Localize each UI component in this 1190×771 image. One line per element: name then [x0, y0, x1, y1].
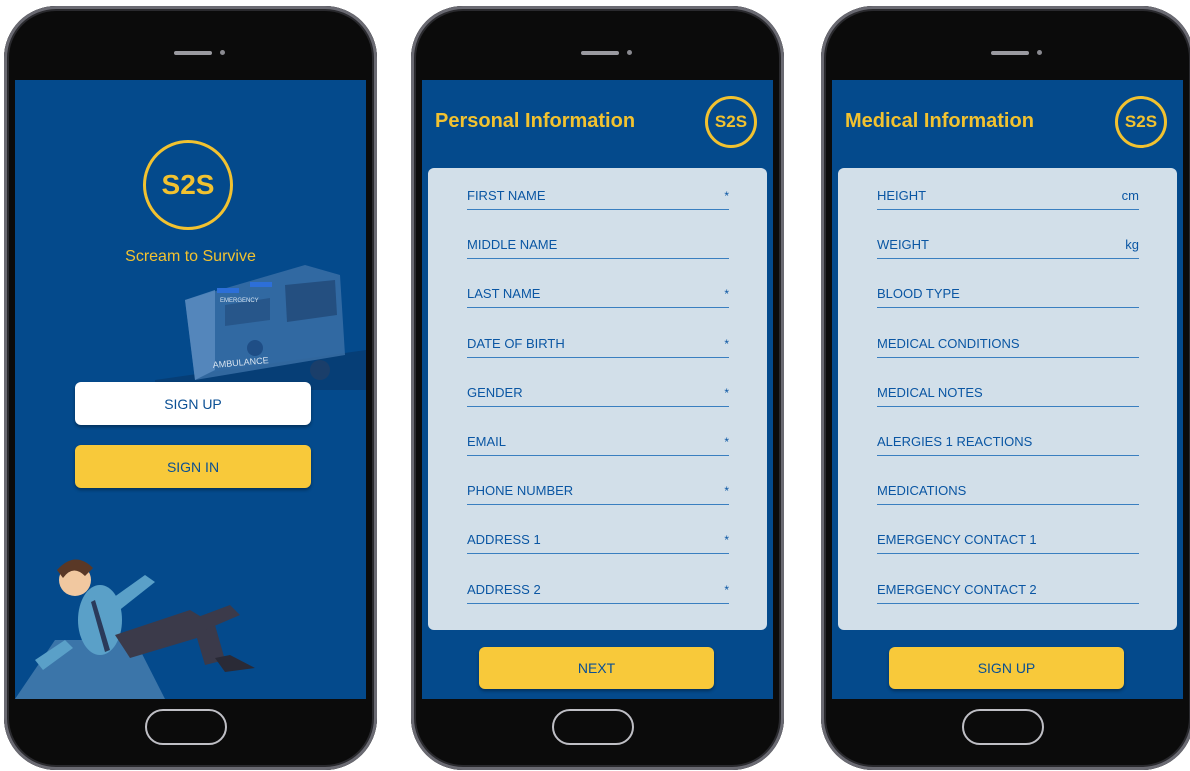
field-label: FIRST NAME [467, 188, 546, 203]
blood-type-field[interactable]: BLOOD TYPE [877, 278, 1139, 308]
sign-up-label: SIGN UP [164, 395, 222, 412]
emergency-contact-1-field[interactable]: EMERGENCY CONTACT 1 [877, 524, 1139, 554]
welcome-screen: AMBULANCE EMERGENCY S2S Scream to Surviv… [15, 80, 366, 699]
gender-field[interactable]: GENDER * [467, 377, 729, 407]
field-label: ADDRESS 2 [467, 582, 541, 597]
medical-notes-field[interactable]: MEDICAL NOTES [877, 377, 1139, 407]
ambulance-roof-label: EMERGENCY [220, 298, 259, 304]
required-mark: * [724, 287, 729, 301]
phone-number-field[interactable]: PHONE NUMBER * [467, 475, 729, 505]
personal-info-screen: Personal Information S2S FIRST NAME * MI… [422, 80, 773, 699]
field-label: BLOOD TYPE [877, 286, 960, 301]
field-label: EMERGENCY CONTACT 2 [877, 582, 1037, 597]
field-label: MEDICATIONS [877, 483, 967, 498]
last-name-field[interactable]: LAST NAME * [467, 278, 729, 308]
speaker [991, 51, 1029, 55]
first-name-field[interactable]: FIRST NAME * [467, 180, 729, 210]
front-camera [220, 50, 225, 55]
address-2-field[interactable]: ADDRESS 2 * [467, 574, 729, 604]
phone-welcome: AMBULANCE EMERGENCY S2S Scream to Surviv… [4, 6, 377, 770]
email-field[interactable]: EMAIL * [467, 426, 729, 456]
required-mark: * [724, 484, 729, 498]
page-title: Personal Information [435, 110, 636, 132]
home-button[interactable] [552, 709, 634, 745]
front-camera [1037, 50, 1042, 55]
app-logo: S2S [705, 96, 757, 148]
app-logo: S2S [1115, 96, 1167, 148]
sign-up-label: SIGN UP [977, 660, 1036, 676]
field-label: EMERGENCY CONTACT 1 [877, 532, 1037, 547]
field-label: HEIGHT [877, 188, 927, 203]
unit-label: kg [1125, 237, 1139, 252]
field-label: ADDRESS 1 [467, 532, 541, 547]
tagline: Scream to Survive [125, 248, 256, 265]
middle-name-field[interactable]: MIDDLE NAME [467, 229, 729, 259]
phone-medical-info: Medical Information S2S HEIGHT cm WEIGHT… [821, 6, 1190, 770]
unit-label: cm [1121, 188, 1139, 203]
weight-field[interactable]: WEIGHT kg [877, 229, 1139, 259]
home-button[interactable] [145, 709, 227, 745]
sign-up-button[interactable]: SIGN UP [75, 382, 311, 425]
app-logo-text: S2S [714, 112, 748, 131]
front-camera [627, 50, 632, 55]
height-field[interactable]: HEIGHT cm [877, 180, 1139, 210]
sign-in-button[interactable]: SIGN IN [75, 445, 311, 488]
address-1-field[interactable]: ADDRESS 1 * [467, 524, 729, 554]
field-label: GENDER [467, 385, 523, 400]
field-label: WEIGHT [877, 237, 929, 252]
phone-personal-info: Personal Information S2S FIRST NAME * MI… [411, 6, 784, 770]
required-mark: * [724, 435, 729, 449]
emergency-contact-2-field[interactable]: EMERGENCY CONTACT 2 [877, 574, 1139, 604]
field-label: LAST NAME [467, 286, 541, 301]
required-mark: * [724, 583, 729, 597]
field-label: MEDICAL NOTES [877, 385, 983, 400]
field-label: DATE OF BIRTH [467, 336, 565, 351]
medical-info-screen: Medical Information S2S HEIGHT cm WEIGHT… [832, 80, 1183, 699]
falling-person-illustration [15, 559, 255, 699]
next-button[interactable]: NEXT [479, 647, 714, 689]
ambulance-illustration: AMBULANCE EMERGENCY [155, 265, 366, 390]
field-label: PHONE NUMBER [467, 483, 574, 498]
medical-form-card: HEIGHT cm WEIGHT kg BLOOD TYPE MEDICAL C… [838, 168, 1177, 630]
medications-field[interactable]: MEDICATIONS [877, 475, 1139, 505]
date-of-birth-field[interactable]: DATE OF BIRTH * [467, 328, 729, 358]
app-logo-text: S2S [161, 169, 215, 200]
app-logo: S2S [143, 140, 233, 230]
next-label: NEXT [577, 660, 616, 676]
required-mark: * [724, 386, 729, 400]
required-mark: * [724, 337, 729, 351]
medical-conditions-field[interactable]: MEDICAL CONDITIONS [877, 328, 1139, 358]
speaker [174, 51, 212, 55]
app-logo-text: S2S [1124, 112, 1158, 131]
personal-form-card: FIRST NAME * MIDDLE NAME LAST NAME * DAT… [428, 168, 767, 630]
speaker [581, 51, 619, 55]
sign-up-button[interactable]: SIGN UP [889, 647, 1124, 689]
field-label: EMAIL [467, 434, 507, 449]
field-label: MEDICAL CONDITIONS [877, 336, 1020, 351]
home-button[interactable] [962, 709, 1044, 745]
required-mark: * [724, 189, 729, 203]
field-label: ALERGIES 1 REACTIONS [877, 434, 1033, 449]
allergies-reactions-field[interactable]: ALERGIES 1 REACTIONS [877, 426, 1139, 456]
sign-in-label: SIGN IN [166, 458, 220, 475]
field-label: MIDDLE NAME [467, 237, 558, 252]
page-title: Medical Information [845, 110, 1034, 132]
required-mark: * [724, 533, 729, 547]
